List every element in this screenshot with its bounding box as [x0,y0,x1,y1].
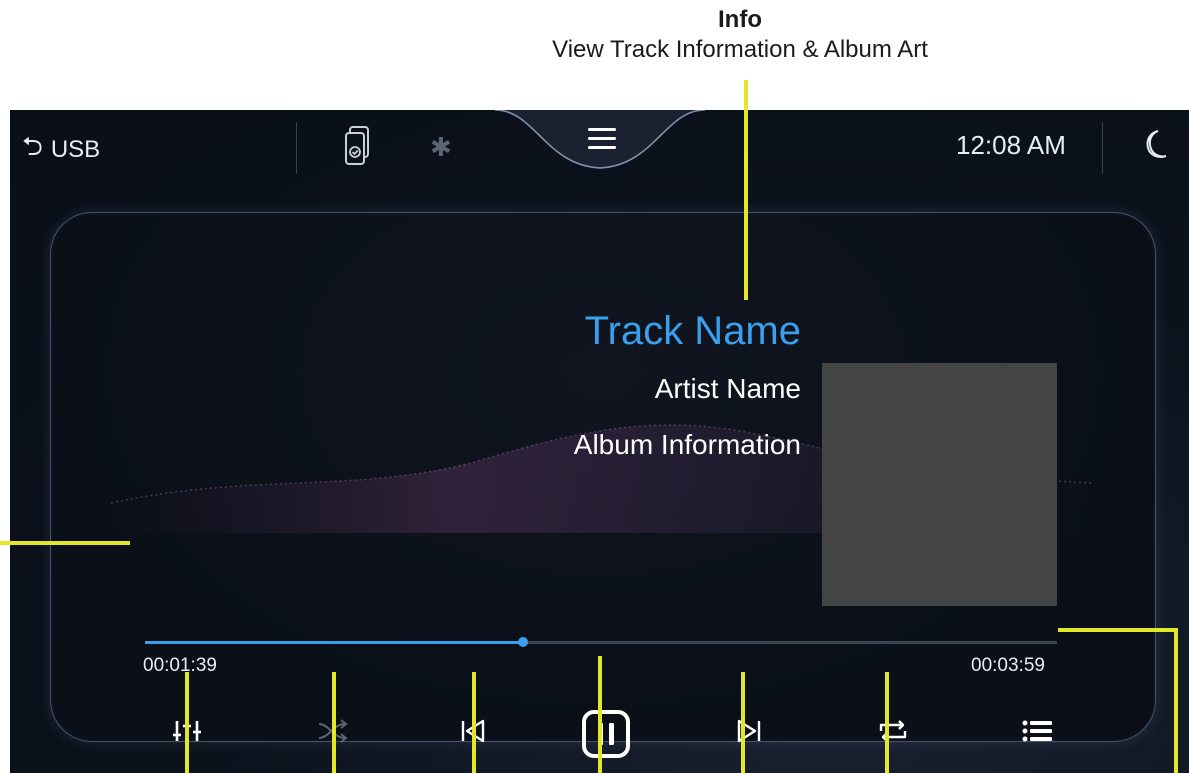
back-arrow-icon: ⮌ [22,131,43,161]
source-label: USB [50,136,101,163]
divider [296,122,297,174]
artist-name: Artist Name [654,373,801,404]
album-art[interactable] [822,363,1057,606]
next-track-icon [737,719,761,743]
callout-title: Info [718,6,762,33]
callout-line-pause [598,656,602,773]
repeat-icon [879,720,907,742]
next-track-button[interactable] [731,713,767,749]
back-button[interactable]: ⮌ USB [22,128,100,172]
playlist-button[interactable] [1019,713,1055,749]
bluetooth-icon[interactable]: ✱ [430,132,452,163]
callout-line-equalizer [185,672,189,773]
album-information: Album Information [573,429,801,460]
callout-line-playlist [1058,628,1178,632]
callout-line-playlist-vertical [1174,628,1178,773]
callout-line-repeat [885,672,889,773]
progress-fill [145,641,523,644]
callout-line-progress [0,541,130,545]
pause-icon [582,710,630,758]
night-mode-icon[interactable] [1140,128,1170,162]
callout-line-next [741,672,745,773]
callout-line-info [744,80,748,300]
elapsed-time: 00:01:39 [143,655,217,676]
divider [1102,122,1103,174]
clock: 12:08 AM [956,130,1066,160]
callout-line-shuffle [332,672,336,773]
playlist-icon [1022,720,1052,742]
callout-line-previous [472,672,476,773]
now-playing-panel: Track Name Artist Name Album Information… [50,212,1156,758]
repeat-button[interactable] [875,713,911,749]
track-name[interactable]: Track Name [585,309,801,354]
pause-button[interactable] [581,709,631,759]
total-time: 00:03:59 [971,655,1045,676]
menu-icon[interactable] [588,128,616,150]
progress-knob[interactable] [518,637,528,647]
status-bar: ⮌ USB ✱ 12:08 AM [10,110,1189,180]
callout-subtitle: View Track Information & Album Art [552,36,928,63]
phone-connect-icon[interactable] [344,126,370,166]
